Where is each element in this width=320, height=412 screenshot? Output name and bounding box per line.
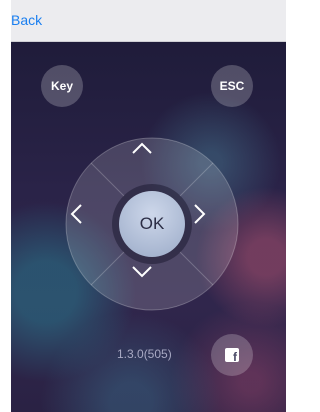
facebook-icon-glyph: f [233,350,237,364]
chevron-right-icon [194,204,206,224]
direction-pad: OK [64,136,240,312]
dpad-up-button[interactable] [132,142,172,182]
esc-button[interactable]: ESC [211,65,253,107]
facebook-button[interactable]: f [211,334,253,376]
dpad-down-button[interactable] [132,266,172,306]
nav-bar: Back [11,0,286,42]
dpad-right-button[interactable] [194,204,234,244]
facebook-icon: f [225,348,239,364]
key-button[interactable]: Key [41,65,83,107]
version-label: 1.3.0(505) [117,347,172,361]
chevron-down-icon [132,266,152,278]
back-button[interactable]: Back [11,12,42,28]
chevron-left-icon [70,204,82,224]
remote-screen: Key ESC OK 1.3.0(505) f [11,42,286,412]
chevron-up-icon [132,142,152,154]
ok-button[interactable]: OK [119,191,185,257]
dpad-left-button[interactable] [70,204,110,244]
